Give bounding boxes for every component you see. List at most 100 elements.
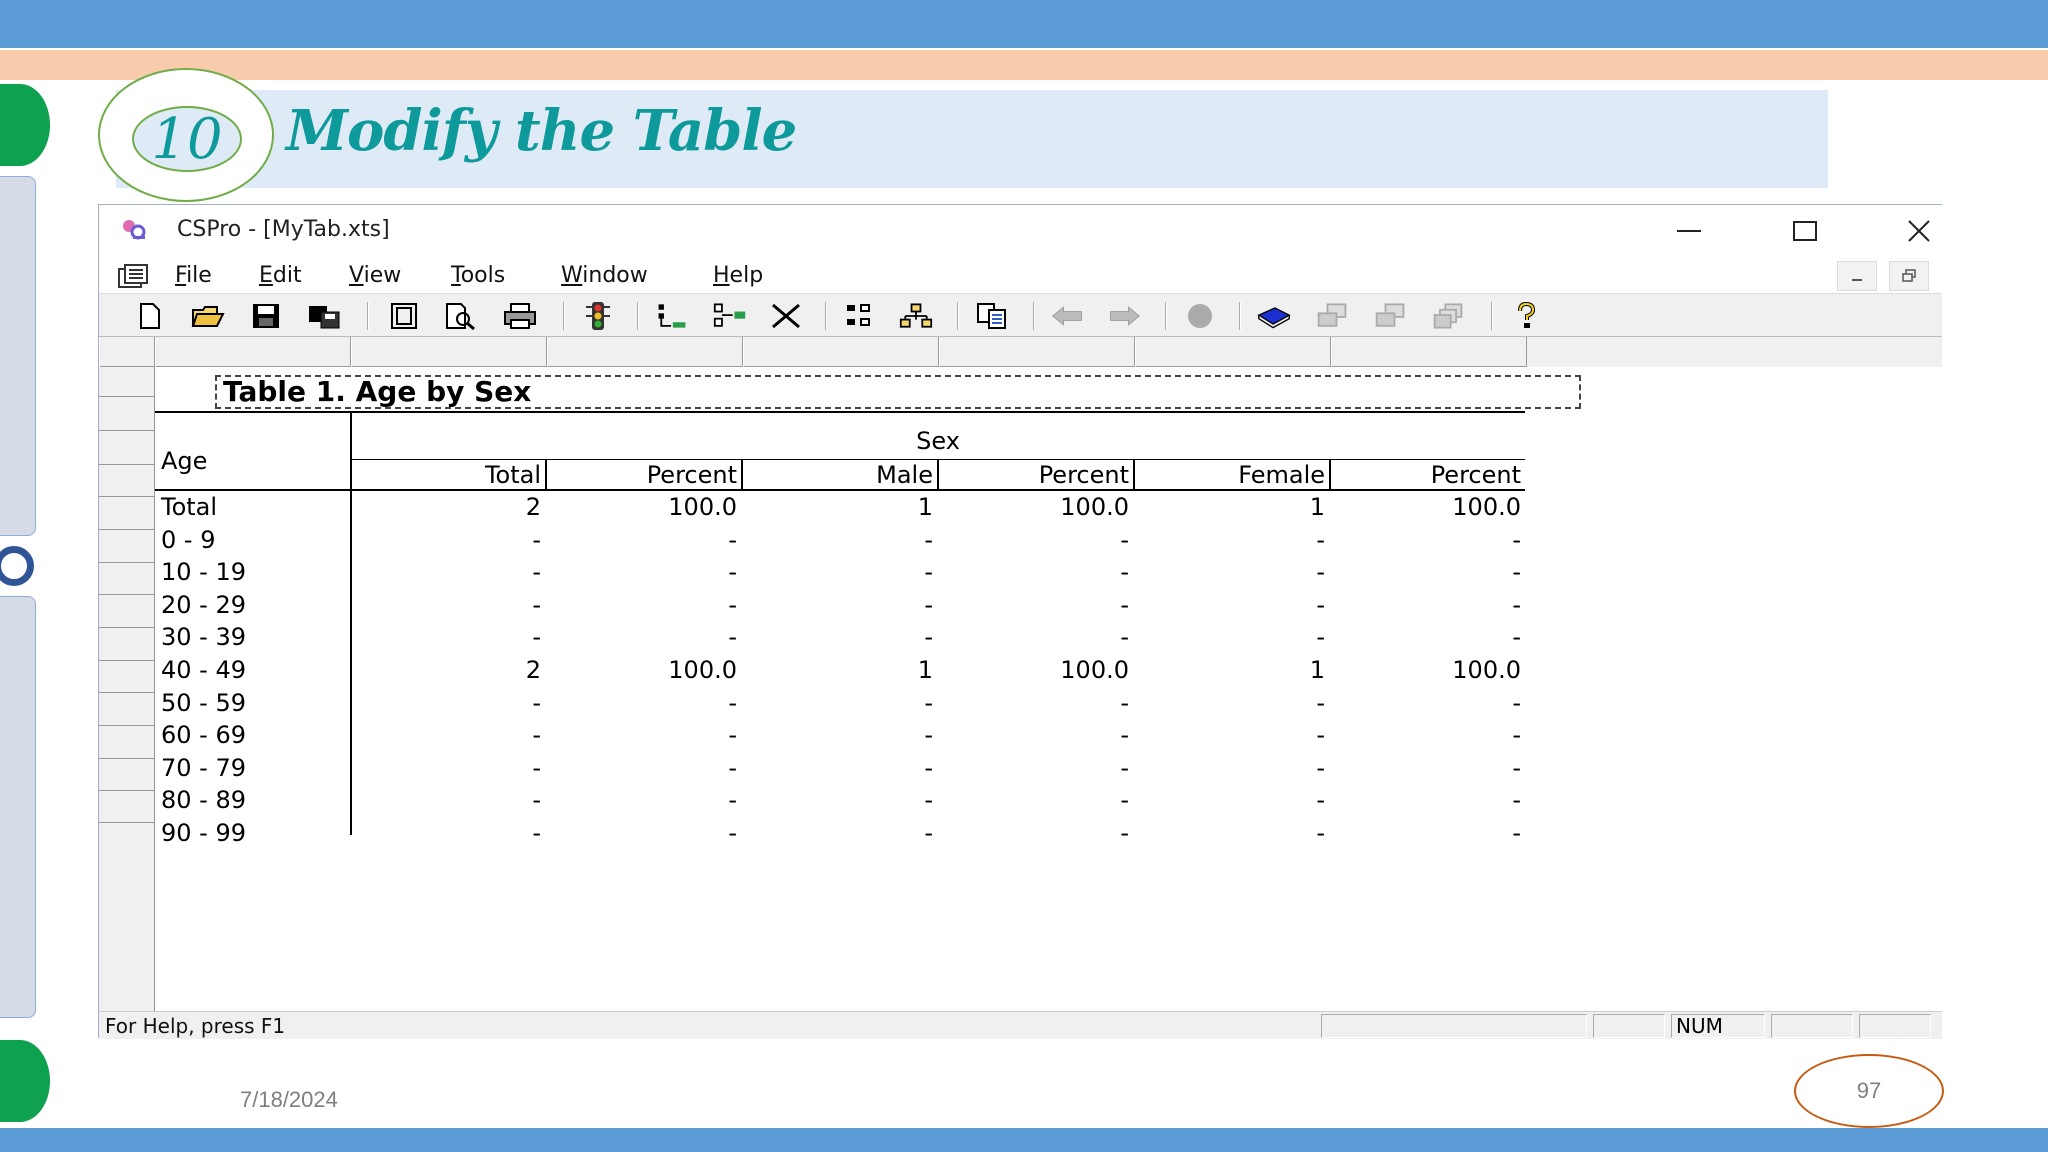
row-header-cell[interactable] — [99, 431, 155, 465]
table-cell[interactable]: - — [939, 754, 1129, 782]
tree-view-button[interactable] — [843, 300, 877, 332]
table-cell[interactable]: - — [1135, 689, 1325, 717]
table-cell[interactable]: 2 — [351, 493, 541, 521]
menu-edit[interactable]: Edit — [259, 263, 302, 288]
column-header-male[interactable]: Male — [743, 461, 933, 489]
menu-help[interactable]: Help — [713, 263, 763, 288]
table-cell[interactable]: - — [547, 623, 737, 651]
row-header-cell[interactable] — [99, 595, 155, 628]
hierarchy-button[interactable] — [899, 300, 933, 332]
table-cell[interactable]: - — [1331, 526, 1521, 554]
maximize-button[interactable] — [1775, 211, 1835, 251]
minimize-button[interactable] — [1659, 211, 1719, 251]
table-cell[interactable]: - — [743, 721, 933, 749]
table-cell[interactable]: 1 — [743, 493, 933, 521]
table-cell[interactable]: 1 — [743, 656, 933, 684]
row-header-cell[interactable] — [99, 397, 155, 431]
print-preview-button[interactable] — [443, 300, 477, 332]
row-label[interactable]: 90 - 99 — [161, 819, 246, 847]
table-cell[interactable]: - — [1331, 786, 1521, 814]
row-header-cell[interactable] — [99, 497, 155, 530]
table-cell[interactable]: - — [351, 591, 541, 619]
menu-tools[interactable]: Tools — [451, 263, 505, 288]
table-cell[interactable]: - — [351, 754, 541, 782]
menu-window[interactable]: Window — [561, 263, 648, 288]
table-cell[interactable]: - — [1331, 754, 1521, 782]
table-cell[interactable]: - — [1135, 623, 1325, 651]
open-button[interactable] — [191, 300, 225, 332]
table-cell[interactable]: - — [939, 689, 1129, 717]
row-header-cell[interactable] — [99, 726, 155, 759]
table-cell[interactable]: - — [547, 558, 737, 586]
table-cell[interactable]: - — [939, 526, 1129, 554]
table-cell[interactable]: - — [351, 819, 541, 847]
row-label[interactable]: 0 - 9 — [161, 526, 215, 554]
column-header-cell[interactable] — [547, 337, 743, 367]
menu-file[interactable]: File — [175, 263, 212, 288]
table-cell[interactable]: - — [351, 623, 541, 651]
table-cell[interactable]: - — [1135, 591, 1325, 619]
stub-header[interactable]: Age — [161, 447, 207, 475]
column-header-cell[interactable] — [1135, 337, 1331, 367]
table-cell[interactable]: - — [743, 819, 933, 847]
table-cell[interactable]: - — [939, 721, 1129, 749]
row-label[interactable]: 70 - 79 — [161, 754, 246, 782]
book-button[interactable] — [1257, 300, 1291, 332]
row-header-cell[interactable] — [99, 661, 155, 693]
table-cell[interactable]: - — [1331, 558, 1521, 586]
row-header-cell[interactable] — [99, 759, 155, 791]
column-header-total[interactable]: Total — [351, 461, 541, 489]
run-button[interactable] — [581, 300, 615, 332]
table-cell[interactable]: - — [743, 591, 933, 619]
row-label[interactable]: 20 - 29 — [161, 591, 246, 619]
column-header-percent[interactable]: Percent — [1331, 461, 1521, 489]
mdi-minimize-button[interactable] — [1837, 261, 1877, 291]
table-cell[interactable]: - — [939, 786, 1129, 814]
table-cell[interactable]: 100.0 — [1331, 493, 1521, 521]
table-cell[interactable]: - — [351, 689, 541, 717]
table-cell[interactable]: - — [939, 819, 1129, 847]
table-cell[interactable]: - — [547, 689, 737, 717]
mdi-restore-button[interactable] — [1889, 261, 1929, 291]
table-cell[interactable]: - — [547, 591, 737, 619]
table-title[interactable]: Table 1. Age by Sex — [215, 375, 1581, 409]
table-cell[interactable]: - — [1331, 591, 1521, 619]
table-cell[interactable]: - — [547, 819, 737, 847]
column-header-cell[interactable] — [939, 337, 1135, 367]
table-cell[interactable]: - — [939, 558, 1129, 586]
table-cell[interactable]: - — [743, 754, 933, 782]
table-cell[interactable]: 100.0 — [1331, 656, 1521, 684]
row-label[interactable]: 60 - 69 — [161, 721, 246, 749]
table-cell[interactable]: - — [547, 526, 737, 554]
row-header-cell[interactable] — [99, 367, 155, 397]
save-button[interactable] — [249, 300, 283, 332]
table-cell[interactable]: - — [1135, 721, 1325, 749]
window-titlebar[interactable]: CSPro - [MyTab.xts] — [99, 205, 1942, 257]
copy-button[interactable] — [975, 300, 1009, 332]
row-header-cell[interactable] — [99, 628, 155, 661]
close-button[interactable] — [1889, 211, 1949, 251]
table-cell[interactable]: - — [1135, 558, 1325, 586]
table-cell[interactable]: 1 — [1135, 656, 1325, 684]
row-header-cell[interactable] — [99, 563, 155, 595]
row-header-cell[interactable] — [99, 530, 155, 563]
table-cell[interactable]: - — [351, 786, 541, 814]
document-icon[interactable] — [115, 263, 155, 289]
row-label[interactable]: Total — [161, 493, 217, 521]
row-header-cell[interactable] — [99, 791, 155, 823]
table-cell[interactable]: - — [743, 689, 933, 717]
table-cell[interactable]: 2 — [351, 656, 541, 684]
table-cell[interactable]: 100.0 — [939, 656, 1129, 684]
table-cell[interactable]: - — [939, 623, 1129, 651]
row-header-cell[interactable] — [99, 693, 155, 726]
table-cell[interactable]: - — [1331, 819, 1521, 847]
table-cell[interactable]: 1 — [1135, 493, 1325, 521]
table-cell[interactable]: 100.0 — [547, 656, 737, 684]
table-cell[interactable]: - — [547, 786, 737, 814]
column-header-cell[interactable] — [743, 337, 939, 367]
help-button[interactable] — [1509, 300, 1543, 332]
column-header-cell[interactable] — [155, 337, 351, 367]
frame-button[interactable] — [387, 300, 421, 332]
table-cell[interactable]: - — [743, 558, 933, 586]
new-button[interactable] — [133, 300, 167, 332]
